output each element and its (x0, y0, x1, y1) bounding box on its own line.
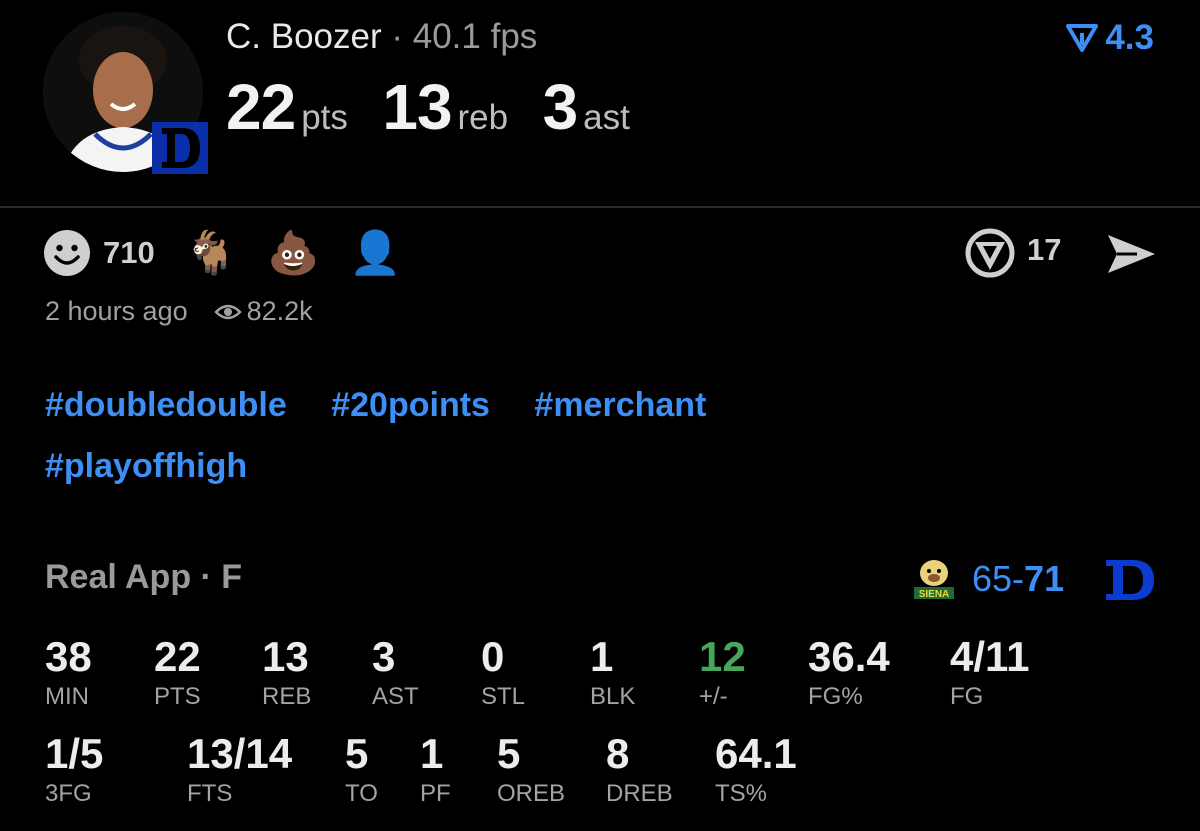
reaction-count: 710 (103, 235, 155, 270)
stat-label: TS% (715, 780, 768, 807)
post-time: 2 hours ago (45, 296, 188, 326)
stat-value: 38 (45, 633, 92, 680)
stat-value: 64.1 (715, 730, 797, 777)
stat-label: AST (372, 683, 419, 710)
eye-icon (213, 304, 242, 319)
stat-label: TO (345, 780, 378, 807)
stat-label: MIN (45, 683, 89, 710)
player-name-line: C. Boozer · 40.1 fps (226, 17, 537, 57)
stat-ts-pct: 64.1 TS% (715, 733, 797, 808)
stat-min: 38 MIN (45, 636, 92, 711)
send-icon[interactable] (1105, 232, 1157, 276)
stat-3fg: 1/5 3FG (45, 733, 103, 808)
duke-d-logo-icon (152, 122, 208, 174)
stat-label: PTS (154, 683, 201, 710)
post-meta: 2 hours ago 82.2k (45, 296, 313, 327)
stat-value: 22 (154, 633, 201, 680)
stat-dreb: 8 DREB (606, 733, 673, 808)
stat-ast: 3 AST (372, 636, 419, 711)
stat-value: 13/14 (187, 730, 293, 777)
stat-label: OREB (497, 780, 566, 807)
stat-value: 3 (372, 633, 396, 680)
stat-reb: 13 REB (262, 636, 311, 711)
player-name[interactable]: C. Boozer (226, 17, 382, 56)
rating-value: 4.3 (1105, 18, 1154, 57)
stat-label: PF (420, 780, 451, 807)
stat-value: 0 (481, 633, 505, 680)
hashtag-link[interactable]: #merchant (534, 386, 706, 425)
stat-value: 1 (420, 730, 444, 777)
rating-badge[interactable]: 4.3 (1065, 18, 1154, 58)
stat-value: 36.4 (808, 633, 890, 680)
stat-value: 8 (606, 730, 630, 777)
stat-label: FTS (187, 780, 233, 807)
stat-to: 5 TO (345, 733, 378, 808)
stat-label: FG (950, 683, 984, 710)
rebounds-label: reb (457, 98, 509, 137)
headline-stats: 22 pts 13 reb 3 ast (226, 70, 660, 144)
game-title: Real App · F (45, 558, 243, 596)
duke-d-logo-icon (1106, 560, 1154, 600)
siena-logo-icon: SIENA (914, 560, 954, 600)
stat-value: 13 (262, 633, 309, 680)
goat-emoji-icon[interactable]: 🐐 (185, 232, 237, 274)
stat-value: 12 (699, 633, 746, 680)
rebounds-value: 13 (382, 71, 452, 143)
stat-stl: 0 STL (481, 636, 525, 711)
stat-value: 5 (345, 730, 369, 777)
stat-label: BLK (590, 683, 636, 710)
stat-value: 1 (590, 633, 614, 680)
fps-value: 40.1 fps (412, 17, 538, 56)
poop-emoji-icon[interactable]: 💩 (267, 232, 319, 274)
stat-fts: 13/14 FTS (187, 733, 292, 808)
real-rating-icon (1066, 24, 1099, 52)
stat-label: STL (481, 683, 526, 710)
reaction-row: 710 🐐 💩 👤 (43, 228, 432, 278)
stat-value: 4/11 (950, 633, 1030, 680)
assists-value: 3 (542, 71, 579, 143)
hashtag-link[interactable]: #playoffhigh (45, 447, 247, 486)
points-label: pts (301, 98, 348, 137)
score-dash: - (1012, 558, 1025, 599)
reply-icon[interactable] (965, 228, 1015, 278)
stat-value: 5 (497, 730, 521, 777)
stat-label: +/- (699, 683, 728, 710)
stat-fg-pct: 36.4 FG% (808, 636, 890, 711)
home-score: 71 (1024, 558, 1065, 599)
stat-value: 1/5 (45, 730, 104, 777)
header-divider (0, 206, 1200, 208)
stat-fg: 4/11 FG (950, 636, 1029, 711)
view-count: 82.2k (246, 296, 313, 326)
smiley-icon[interactable] (43, 229, 91, 277)
lebron-emoji-icon[interactable]: 👤 (349, 232, 401, 274)
hashtag-link[interactable]: #doubledouble (45, 386, 287, 425)
svg-text:SIENA: SIENA (919, 589, 950, 600)
hashtag-link[interactable]: #20points (331, 386, 490, 425)
stat-blk: 1 BLK (590, 636, 635, 711)
stat-pf: 1 PF (420, 733, 451, 808)
stat-label: REB (262, 683, 312, 710)
name-separator: · (391, 17, 404, 56)
hashtag-list: #doubledouble #20points #merchant #playo… (45, 386, 1045, 508)
stat-oreb: 5 OREB (497, 733, 565, 808)
points-value: 22 (226, 71, 296, 143)
game-score[interactable]: 65-71 (972, 558, 1064, 600)
stat-pts: 22 PTS (154, 636, 201, 711)
reply-count: 17 (1027, 232, 1062, 267)
stat-label: 3FG (45, 780, 92, 807)
stat-label: DREB (606, 780, 673, 807)
stat-plus-minus: 12 +/- (699, 636, 746, 711)
assists-label: ast (583, 98, 630, 137)
away-score: 65 (972, 558, 1013, 599)
stat-label: FG% (808, 683, 863, 710)
